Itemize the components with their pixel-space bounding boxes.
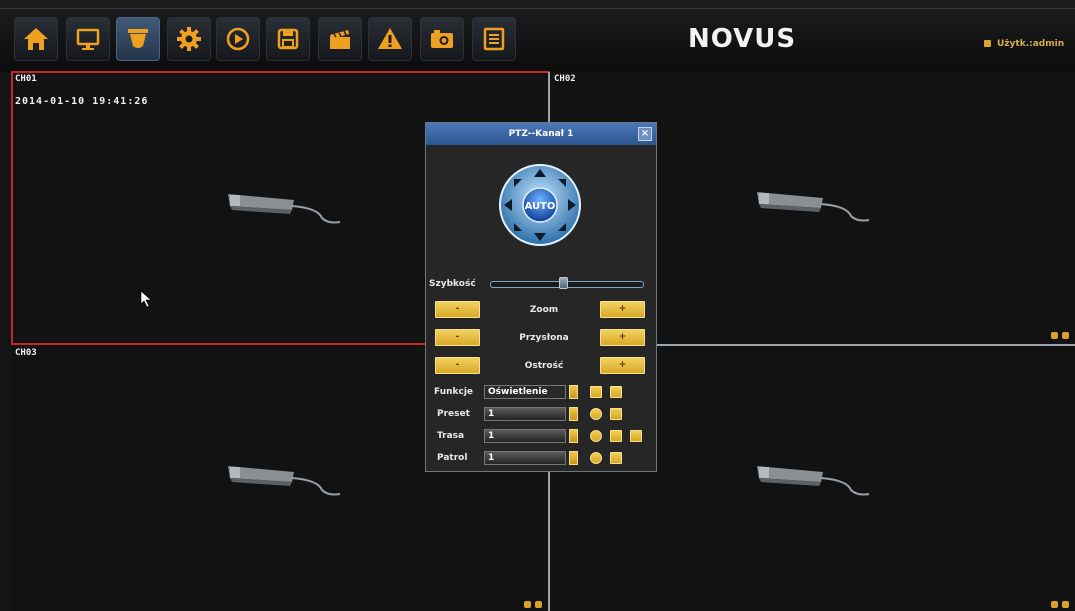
alarm-warning-icon — [378, 28, 402, 49]
pane-label: CH03 — [15, 348, 37, 358]
focus-plus-button[interactable]: + — [600, 357, 645, 374]
preset-dropdown-icon[interactable] — [569, 407, 578, 421]
iris-label: Przysłona — [519, 333, 569, 343]
pane-tools — [1051, 332, 1069, 339]
alarm-button[interactable] — [368, 17, 412, 61]
ptz-button[interactable] — [116, 17, 160, 61]
iris-minus-button[interactable]: - — [435, 329, 480, 346]
trasa-stop-icon[interactable] — [630, 430, 642, 442]
funkcje-off-icon[interactable] — [590, 386, 602, 398]
backup-button[interactable] — [266, 17, 310, 61]
funkcje-select[interactable]: Oświetlenie — [484, 385, 566, 399]
camera-placeholder-icon — [757, 466, 870, 496]
top-toolbar: NOVUS Użytk.:admin — [0, 0, 1075, 72]
close-button[interactable]: × — [638, 127, 652, 141]
patrol-label: Patrol — [437, 453, 468, 463]
log-list-icon — [483, 27, 505, 51]
record-icon[interactable] — [1062, 601, 1069, 608]
record-button[interactable] — [318, 17, 362, 61]
toolbar-divider — [0, 8, 1075, 9]
user-indicator: Użytk.:admin — [984, 39, 1064, 49]
home-button[interactable] — [14, 17, 58, 61]
patrol-call-icon[interactable] — [590, 452, 602, 464]
record-icon[interactable] — [535, 601, 542, 608]
zoom-label: Zoom — [529, 305, 559, 315]
zoom-plus-button[interactable]: + — [600, 301, 645, 318]
zoom-icon[interactable] — [524, 601, 531, 608]
monitor-icon — [76, 28, 100, 50]
playback-button[interactable] — [216, 17, 260, 61]
ptz-dialog: PTZ--Kanał 1 × AUTO Szybkość - Zoom + - … — [425, 122, 657, 472]
trasa-set-icon[interactable] — [610, 430, 622, 442]
trasa-dropdown-icon[interactable] — [569, 429, 578, 443]
preset-field[interactable]: 1 — [484, 407, 566, 421]
playback-icon — [226, 27, 250, 51]
trasa-label: Trasa — [437, 431, 465, 441]
speed-label: Szybkość — [429, 279, 476, 289]
preset-set-icon[interactable] — [610, 408, 622, 420]
patrol-set-icon[interactable] — [610, 452, 622, 464]
novus-logo: NOVUS — [688, 24, 797, 54]
lock-icon — [984, 40, 991, 47]
auto-button[interactable]: AUTO — [525, 201, 556, 212]
pane-tools — [1051, 601, 1069, 608]
trasa-call-icon[interactable] — [590, 430, 602, 442]
funkcje-on-icon[interactable] — [610, 386, 622, 398]
camera-placeholder-icon — [757, 192, 870, 222]
gear-icon — [177, 27, 201, 51]
dialog-title: PTZ--Kanał 1 — [508, 129, 574, 139]
pane-tools — [524, 601, 542, 608]
user-label: Użytk.:admin — [997, 39, 1065, 49]
dialog-titlebar: PTZ--Kanał 1 × — [426, 123, 656, 145]
patrol-dropdown-icon[interactable] — [569, 451, 578, 465]
iris-plus-button[interactable]: + — [600, 329, 645, 346]
preset-label: Preset — [437, 409, 470, 419]
live-view-button[interactable] — [66, 17, 110, 61]
snapshot-button[interactable] — [420, 17, 464, 61]
zoom-icon[interactable] — [1051, 601, 1058, 608]
ptz-joystick[interactable]: AUTO — [498, 163, 582, 247]
patrol-field[interactable]: 1 — [484, 451, 566, 465]
ptz-camera-icon — [128, 29, 148, 48]
snapshot-camera-icon — [431, 30, 453, 48]
record-icon[interactable] — [1062, 332, 1069, 339]
clapper-icon — [330, 30, 350, 49]
home-icon — [24, 28, 48, 50]
funkcje-dropdown-icon[interactable] — [569, 385, 578, 399]
trasa-field[interactable]: 1 — [484, 429, 566, 443]
save-icon — [277, 28, 299, 50]
funkcje-label: Funkcje — [434, 387, 474, 397]
focus-minus-button[interactable]: - — [435, 357, 480, 374]
pane-label: CH02 — [554, 74, 576, 84]
speed-slider-thumb[interactable] — [559, 277, 568, 289]
preset-call-icon[interactable] — [590, 408, 602, 420]
zoom-minus-button[interactable]: - — [435, 301, 480, 318]
camera-placeholder-icon — [228, 466, 341, 496]
focus-label: Ostrość — [524, 361, 564, 371]
settings-button[interactable] — [167, 17, 211, 61]
zoom-icon[interactable] — [1051, 332, 1058, 339]
log-button[interactable] — [472, 17, 516, 61]
